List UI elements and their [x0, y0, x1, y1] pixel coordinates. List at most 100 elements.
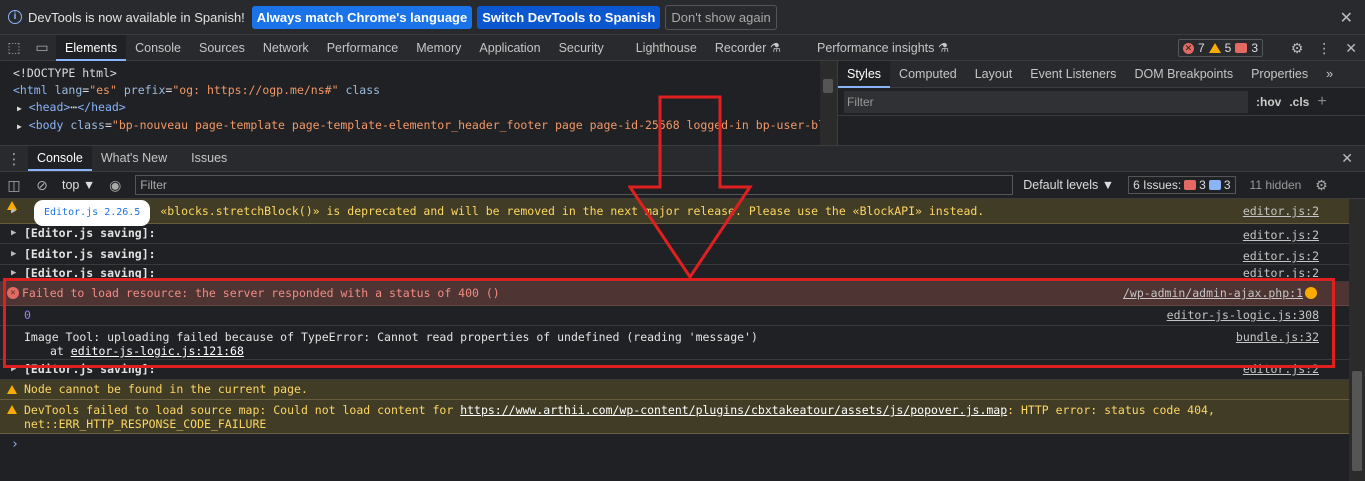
log-source-link[interactable]: editor.js:2 [1243, 360, 1319, 379]
toolbar-right-icons: ⚙ ⋮ ✕ [1291, 35, 1357, 61]
sidebar-toggle-icon[interactable]: ◫ [0, 172, 28, 198]
drawer-tab-issues[interactable]: Issues [182, 146, 236, 171]
log-number: 0 [24, 308, 31, 322]
error-icon: ✕ [7, 287, 19, 299]
head-node[interactable]: ▶ <head>⋯</head> [13, 99, 820, 117]
scrollbar-thumb[interactable] [1352, 371, 1362, 471]
log-source-link[interactable]: bundle.js:32 [1236, 330, 1319, 344]
main-toolbar: ⬚ ▭ Elements Console Sources Network Per… [0, 34, 1365, 61]
html-node[interactable]: <html lang="es" prefix="og: https://ogp.… [13, 82, 820, 99]
device-toolbar-icon[interactable]: ▭ [28, 35, 56, 61]
drawer-tab-console[interactable]: Console [28, 146, 92, 171]
tab-layout[interactable]: Layout [966, 61, 1022, 88]
close-drawer-icon[interactable]: ✕ [1341, 150, 1353, 167]
new-rule-icon[interactable]: + [1317, 93, 1326, 111]
log-source-link[interactable]: /wp-admin/admin-ajax.php:1 [1123, 282, 1303, 305]
warning-icon [1208, 43, 1221, 53]
inspect-element-icon[interactable]: ⬚ [0, 35, 28, 61]
styles-filter-input[interactable]: Filter [844, 90, 1248, 113]
tab-sources[interactable]: Sources [190, 35, 254, 61]
tab-lighthouse[interactable]: Lighthouse [627, 35, 706, 61]
log-row-warning[interactable]: DevTools failed to load source map: Coul… [0, 400, 1349, 434]
log-text: Failed to load resource: the server resp… [22, 286, 500, 300]
error-count: 7 [1197, 41, 1205, 55]
tab-memory[interactable]: Memory [407, 35, 470, 61]
doctype-node[interactable]: <!DOCTYPE html> [13, 65, 820, 82]
log-text-prefix: DevTools failed to load source map: Coul… [24, 403, 461, 417]
expand-caret-icon[interactable]: ▶ [11, 224, 16, 243]
tab-performance[interactable]: Performance [318, 35, 408, 61]
source-map-link[interactable]: https://www.arthii.com/wp-content/plugin… [460, 403, 1007, 417]
editorjs-badge: Editor.js 2.26.5 [34, 200, 151, 226]
tab-network[interactable]: Network [254, 35, 318, 61]
tab-styles[interactable]: Styles [838, 60, 891, 88]
infobar-message: DevTools is now available in Spanish! [28, 9, 245, 25]
close-icon[interactable]: ✕ [1340, 8, 1353, 28]
switch-language-button[interactable]: Switch DevTools to Spanish [477, 5, 661, 29]
network-request-icon[interactable] [1305, 287, 1317, 299]
scrollbar-thumb[interactable] [823, 79, 833, 93]
log-source-link[interactable]: editor.js:2 [1243, 226, 1319, 245]
more-tabs-icon[interactable]: » [1317, 61, 1342, 88]
tab-application[interactable]: Application [470, 35, 549, 61]
clear-console-icon[interactable]: ⊘ [28, 172, 56, 198]
drawer-menu-icon[interactable]: ⋮ [0, 146, 28, 172]
tab-recorder[interactable]: Recorder ⚗ [706, 35, 790, 61]
log-text: [Editor.js saving]: [24, 266, 156, 280]
elements-scrollbar[interactable] [820, 61, 837, 145]
log-text: «blocks.stretchBlock()» is deprecated an… [160, 204, 985, 218]
log-row-error[interactable]: ✕ Failed to load resource: the server re… [0, 282, 1349, 306]
log-row[interactable]: ▶ [Editor.js saving]: editor.js:2 [0, 224, 1349, 244]
console-prompt[interactable]: › [0, 434, 1349, 456]
tab-dom-breakpoints[interactable]: DOM Breakpoints [1125, 61, 1242, 88]
log-row[interactable]: ▶ [Editor.js saving]: editor.js:2 [0, 360, 1349, 380]
tab-properties[interactable]: Properties [1242, 61, 1317, 88]
tab-computed[interactable]: Computed [890, 61, 966, 88]
error-warning-counters[interactable]: ✕ 7 5 3 [1177, 39, 1263, 57]
body-node[interactable]: ▶ <body class="bp-nouveau page-template … [13, 117, 820, 135]
log-row[interactable]: ▶ [Editor.js saving]: editor.js:2 [0, 244, 1349, 265]
dont-show-again-button[interactable]: Don't show again [665, 4, 777, 30]
log-source-link[interactable]: editor.js:2 [1243, 199, 1319, 223]
gear-icon[interactable]: ⚙ [1291, 40, 1304, 57]
log-row[interactable]: 0 editor-js-logic.js:308 [0, 306, 1349, 326]
tab-console[interactable]: Console [126, 35, 190, 61]
log-text: [Editor.js saving]: [24, 226, 156, 240]
log-row[interactable]: ▶ [Editor.js saving]: editor.js:2 [0, 265, 1349, 282]
log-source-link[interactable]: editor-js-logic.js:308 [1167, 306, 1319, 325]
log-source-link[interactable]: editor.js:2 [1243, 246, 1319, 266]
more-options-icon[interactable]: ⋮ [1317, 40, 1331, 57]
log-row-warning[interactable]: Node cannot be found in the current page… [0, 380, 1349, 400]
stack-link[interactable]: editor-js-logic.js:121:68 [71, 344, 244, 358]
log-text: [Editor.js saving]: [24, 247, 156, 261]
cls-toggle[interactable]: .cls [1289, 95, 1309, 109]
console-settings-icon[interactable]: ⚙ [1307, 172, 1335, 198]
issues-button[interactable]: 6 Issues: 3 3 [1128, 176, 1236, 194]
log-levels-dropdown[interactable]: Default levels ▼ [1023, 178, 1114, 192]
console-filter-input[interactable]: Filter [135, 175, 1014, 195]
issues-label: 6 Issues: [1133, 178, 1182, 192]
tab-elements[interactable]: Elements [56, 34, 127, 61]
tab-performance-insights[interactable]: Performance insights ⚗ [808, 35, 958, 61]
hidden-count: 11 hidden [1249, 178, 1302, 192]
expand-caret-icon[interactable]: ▶ [11, 360, 16, 379]
expand-caret-icon[interactable]: ▶ [11, 265, 16, 281]
expand-caret-icon[interactable]: ▶ [11, 244, 16, 264]
styles-tabs: Styles Computed Layout Event Listeners D… [838, 60, 1365, 88]
console-scrollbar[interactable] [1349, 199, 1365, 481]
hov-toggle[interactable]: :hov [1256, 95, 1281, 109]
styles-sidebar: Styles Computed Layout Event Listeners D… [837, 60, 1365, 145]
match-language-button[interactable]: Always match Chrome's language [251, 5, 473, 29]
issue-error-icon [1184, 180, 1197, 190]
context-selector[interactable]: top ▼ [62, 178, 95, 192]
log-row-warning[interactable]: ▶ Editor.js 2.26.5 «blocks.stretchBlock()… [0, 199, 1349, 226]
close-devtools-icon[interactable]: ✕ [1345, 40, 1357, 57]
tab-event-listeners[interactable]: Event Listeners [1021, 61, 1125, 88]
tab-security[interactable]: Security [550, 35, 613, 61]
log-source-link[interactable]: editor.js:2 [1243, 265, 1319, 281]
log-row[interactable]: Image Tool: uploading failed because of … [0, 326, 1349, 360]
drawer-tab-whats-new[interactable]: What's New [92, 146, 176, 171]
log-text: [Editor.js saving]: [24, 362, 156, 376]
live-expression-eye-icon[interactable]: ◉ [101, 172, 129, 198]
log-text-suffix: : HTTP error: status code 404, [1007, 403, 1215, 417]
